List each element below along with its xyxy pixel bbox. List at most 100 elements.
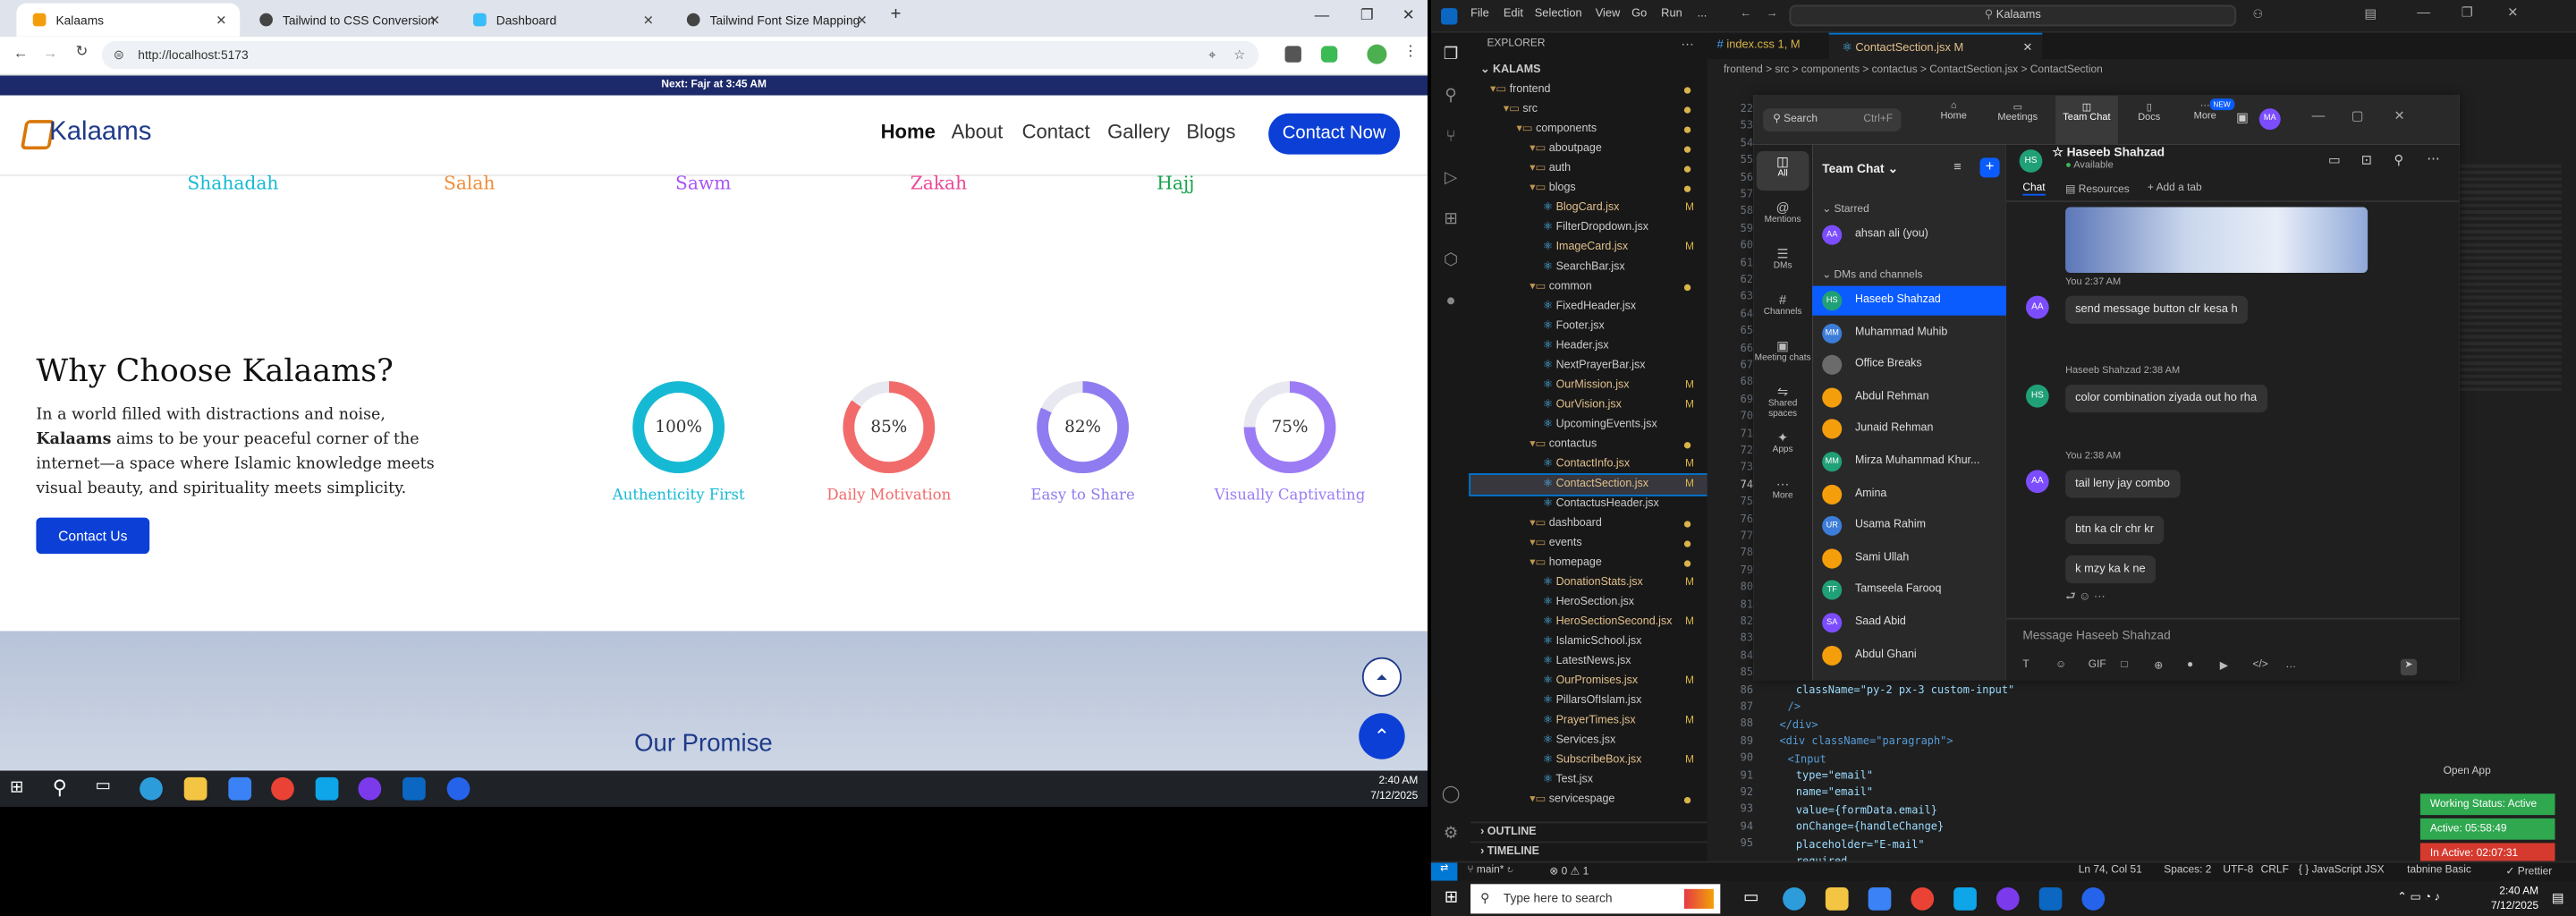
file-item[interactable]: ⚛ FixedHeader.jsx bbox=[1470, 297, 1707, 317]
menu-run[interactable]: Run bbox=[1661, 8, 1682, 20]
encoding[interactable]: UTF-8 bbox=[2223, 864, 2253, 876]
file-item[interactable]: ⚛ OurMission.jsx M bbox=[1470, 377, 1707, 396]
nav-meetings[interactable]: ▭ Meetings bbox=[1993, 102, 2042, 123]
nav-home[interactable]: Home bbox=[881, 120, 936, 143]
contact-item[interactable]: UR Usama Rahim bbox=[1812, 512, 2006, 541]
timeline-section[interactable]: › TIMELINE bbox=[1470, 841, 1707, 861]
windows-start-icon[interactable]: ⊞ bbox=[10, 779, 23, 797]
window-close-icon[interactable]: ✕ bbox=[2507, 5, 2518, 21]
browser-menu-icon[interactable]: ⋮ bbox=[1403, 43, 1419, 61]
edge-icon[interactable] bbox=[140, 776, 163, 801]
command-search[interactable]: ⚲ Kalaams bbox=[1789, 4, 2237, 27]
location-icon[interactable]: ⌖ bbox=[1208, 41, 1216, 69]
code-line[interactable]: /> bbox=[1763, 700, 1801, 714]
contact-us-button[interactable]: Contact Us bbox=[36, 517, 150, 555]
contact-item[interactable]: Amina bbox=[1812, 479, 2006, 509]
app-icon[interactable] bbox=[315, 776, 339, 801]
zoom-icon[interactable] bbox=[446, 776, 470, 801]
file-item[interactable]: ⚛ IslamicSchool.jsx bbox=[1470, 632, 1707, 652]
reaction-icons[interactable]: ⮐ ☺ ··· bbox=[2065, 589, 2106, 607]
share-icon[interactable]: ⊡ bbox=[2361, 153, 2372, 168]
folder-item[interactable]: ▾▭ blogs bbox=[1470, 179, 1707, 199]
maximize-icon[interactable]: ▢ bbox=[2351, 108, 2364, 123]
file-item[interactable]: ⚛ OurVision.jsx M bbox=[1470, 396, 1707, 416]
dms-header[interactable]: ⌄ DMs and channels bbox=[1822, 267, 1922, 281]
message-bubble[interactable]: send message button clr kesa h bbox=[2065, 295, 2248, 324]
rail-item[interactable]: ☰ DMs bbox=[1753, 247, 1812, 272]
file-item[interactable]: ⚛ Test.jsx bbox=[1470, 771, 1707, 791]
folder-item[interactable]: ▾▭ common bbox=[1470, 277, 1707, 297]
message-bubble[interactable]: btn ka clr chr kr bbox=[2065, 515, 2165, 545]
more-icon[interactable]: ⋯ bbox=[2427, 151, 2440, 166]
chevron-up-icon[interactable]: ⌃ bbox=[1359, 713, 1405, 759]
folder-item[interactable]: ▾▭ aboutpage bbox=[1470, 140, 1707, 159]
remote-icon[interactable]: ⬡ bbox=[1441, 251, 1461, 271]
file-item[interactable]: ⚛ Footer.jsx bbox=[1470, 318, 1707, 337]
file-item[interactable]: ⚛ SearchBar.jsx bbox=[1470, 258, 1707, 277]
contact-item[interactable]: TF Tamseela Farooq bbox=[1812, 576, 2006, 606]
reload-icon[interactable]: ↻ bbox=[76, 43, 89, 61]
contact-item[interactable]: Abdul Rehman bbox=[1812, 383, 2006, 412]
file-item[interactable]: ⚛ ContactSection.jsx M bbox=[1469, 473, 1709, 496]
list-title[interactable]: Team Chat ⌄ bbox=[1822, 161, 1898, 176]
file-item[interactable]: ⚛ UpcomingEvents.jsx bbox=[1470, 416, 1707, 436]
rail-item[interactable]: # Channels bbox=[1753, 293, 1812, 318]
folder-item[interactable]: ▾▭ servicespage bbox=[1470, 791, 1707, 810]
starred-header[interactable]: ⌄ Starred bbox=[1822, 202, 1869, 216]
contact-item[interactable]: HS Haseeb Shahzad bbox=[1812, 285, 2006, 316]
task-view-icon[interactable]: ▭ bbox=[96, 777, 111, 795]
contact-item[interactable]: SA Saad Abid bbox=[1812, 608, 2006, 638]
composer-tool-icon[interactable]: □ bbox=[2122, 659, 2128, 671]
filter-icon[interactable]: ≡ bbox=[1953, 159, 1962, 174]
contact-item[interactable]: MM Mirza Muhammad Khur... bbox=[1812, 447, 2006, 477]
file-item[interactable]: ⚛ DonationStats.jsx M bbox=[1470, 573, 1707, 593]
file-item[interactable]: ⚛ Services.jsx bbox=[1470, 731, 1707, 751]
rail-item[interactable]: ✦ Apps bbox=[1753, 430, 1812, 455]
message-input[interactable]: Message Haseeb Shahzad bbox=[2022, 628, 2170, 643]
search-icon[interactable]: ⚲ bbox=[1441, 87, 1461, 106]
rail-item[interactable]: ◫ All bbox=[1753, 155, 1812, 180]
shared-image[interactable] bbox=[2065, 207, 2368, 273]
composer-tool-icon[interactable]: … bbox=[2285, 659, 2296, 671]
menu-view[interactable]: View bbox=[1596, 8, 1621, 20]
message-bubble[interactable]: color combination ziyada out ho rha bbox=[2065, 384, 2267, 413]
nav-team-chat[interactable]: ◫ Team Chat bbox=[2055, 95, 2118, 145]
close-icon[interactable]: ✕ bbox=[2023, 41, 2033, 55]
menu-selection[interactable]: Selection bbox=[1535, 8, 1582, 20]
chrome-icon[interactable] bbox=[271, 776, 294, 801]
file-item[interactable]: ⚛ OurPromises.jsx M bbox=[1470, 672, 1707, 691]
tab-index-css[interactable]: # index.css 1, M bbox=[1717, 39, 1801, 51]
folder-item[interactable]: ▾▭ src bbox=[1470, 100, 1707, 120]
file-item[interactable]: ⚛ ImageCard.jsx M bbox=[1470, 238, 1707, 258]
minimize-icon[interactable]: — bbox=[2417, 5, 2430, 21]
message-bubble[interactable]: tail leny jay combo bbox=[2065, 470, 2180, 498]
message-bubble[interactable]: k mzy ka k ne bbox=[2065, 555, 2156, 584]
file-item[interactable]: ⚛ LatestNews.jsx bbox=[1470, 652, 1707, 672]
taskbar-search[interactable]: ⚲ Type here to search bbox=[1470, 884, 1721, 914]
close-icon[interactable]: ✕ bbox=[643, 13, 654, 28]
outline-section[interactable]: › OUTLINE bbox=[1470, 821, 1707, 842]
contact-item[interactable]: Abdul Ghani bbox=[1812, 640, 2006, 670]
nav-docs[interactable]: ▯ Docs bbox=[2124, 102, 2174, 123]
mongodb-icon[interactable]: ● bbox=[1441, 293, 1461, 312]
file-item[interactable]: ⚛ PillarsOfIslam.jsx bbox=[1470, 691, 1707, 711]
composer-tool-icon[interactable]: ☺ bbox=[2055, 659, 2066, 671]
file-explorer-icon[interactable] bbox=[1825, 886, 1849, 911]
file-item[interactable]: ⚛ NextPrayerBar.jsx bbox=[1470, 357, 1707, 377]
contact-now-button[interactable]: Contact Now bbox=[1268, 113, 1401, 155]
file-item[interactable]: ⚛ ContactusHeader.jsx bbox=[1470, 495, 1707, 514]
file-item[interactable]: ⚛ PrayerTimes.jsx M bbox=[1470, 711, 1707, 731]
tab-add[interactable]: + Add a tab bbox=[2148, 182, 2202, 194]
copilot-icon[interactable]: ⚇ bbox=[2253, 8, 2264, 21]
contact-self[interactable]: AA ahsan ali (you) bbox=[1812, 220, 2006, 250]
more-actions-icon[interactable]: ··· bbox=[1681, 36, 1694, 51]
window-close-icon[interactable]: ✕ bbox=[2394, 108, 2404, 123]
settings-gear-icon[interactable]: ⚙ bbox=[1441, 825, 1461, 844]
files-icon[interactable]: ❐ bbox=[1441, 46, 1461, 65]
code-line[interactable]: className="py-2 px-3 custom-input" bbox=[1763, 683, 2014, 697]
send-icon[interactable]: ➤ bbox=[2400, 658, 2418, 676]
nav-blogs[interactable]: Blogs bbox=[1186, 120, 1235, 143]
folder-item[interactable]: ▾▭ contactus bbox=[1470, 436, 1707, 455]
menu-file[interactable]: File bbox=[1470, 8, 1489, 20]
search-icon[interactable]: ⚲ bbox=[53, 776, 67, 799]
